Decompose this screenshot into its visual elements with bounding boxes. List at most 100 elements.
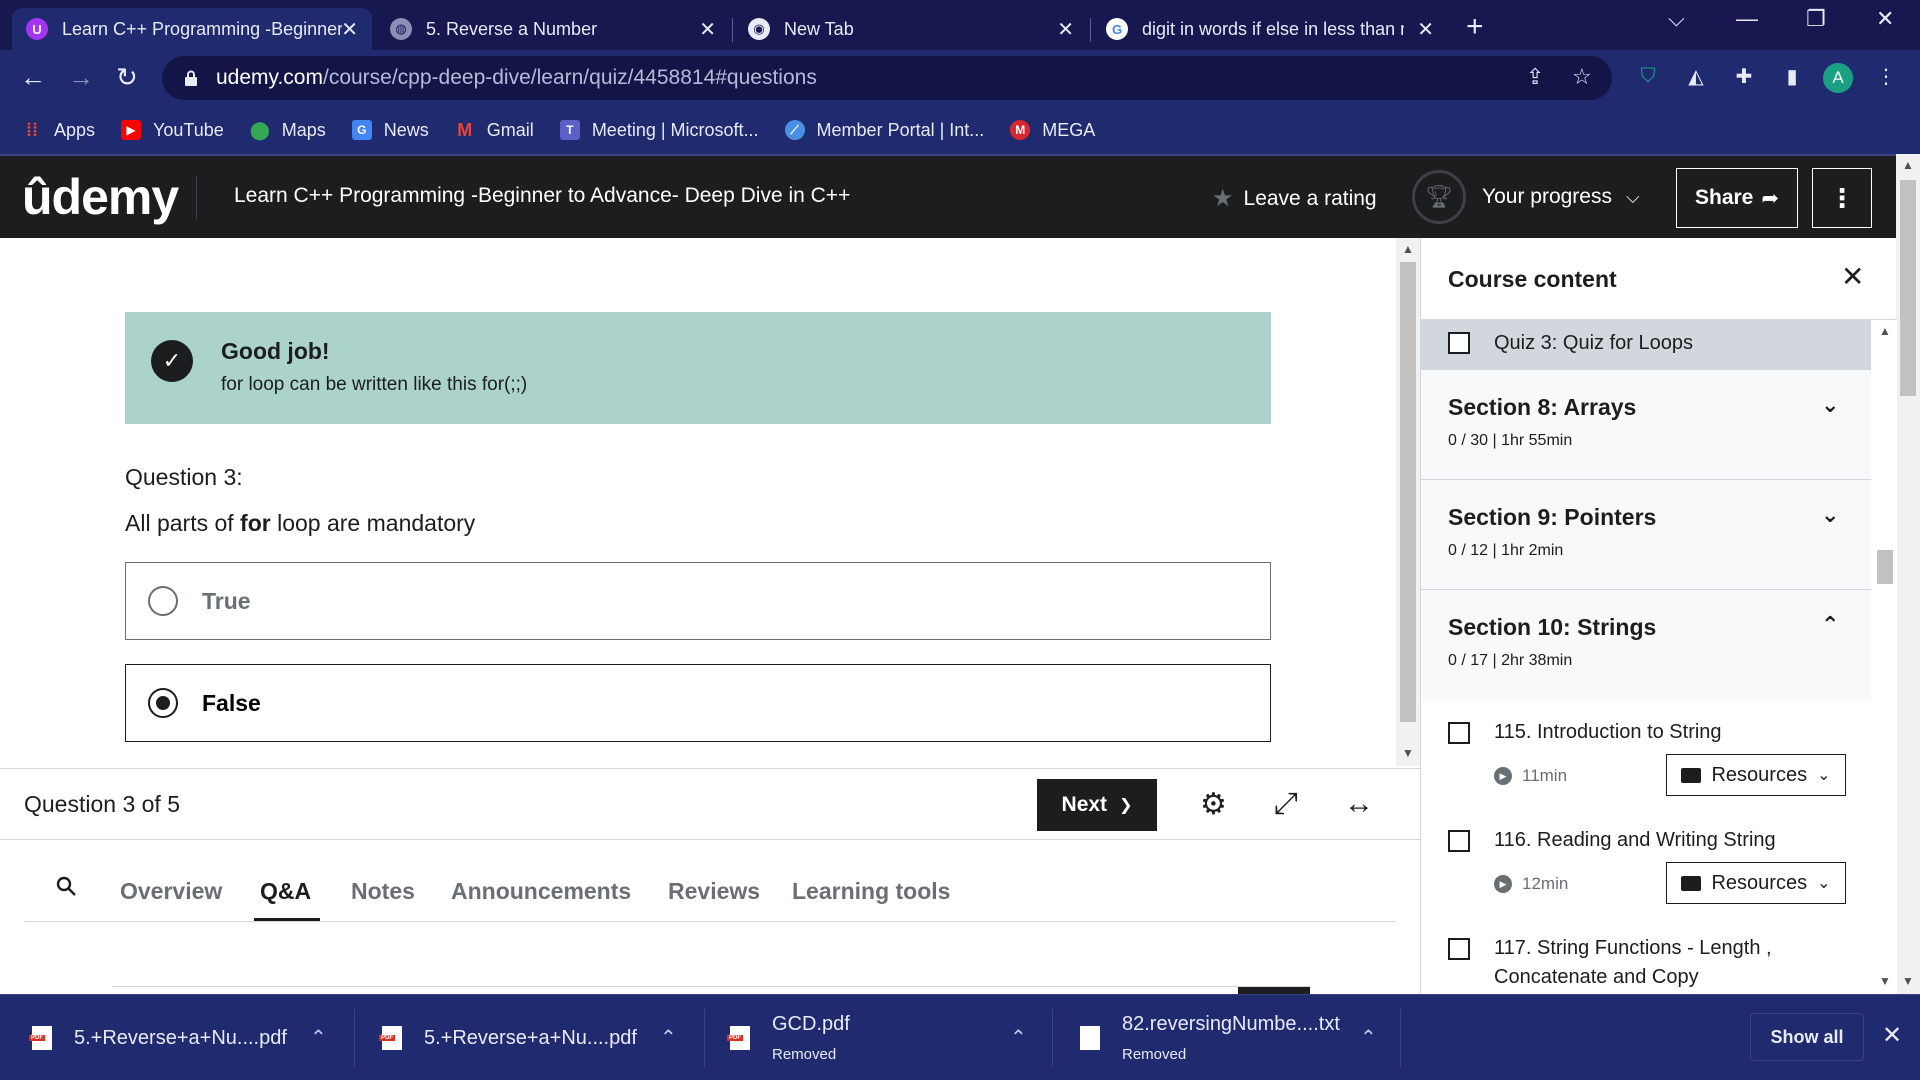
udemy-logo[interactable]: ûdemy: [22, 168, 179, 226]
settings-gear-icon[interactable]: ⚙: [1200, 787, 1227, 822]
tab-announcements[interactable]: Announcements: [451, 878, 631, 905]
extension-icon[interactable]: ◭: [1682, 62, 1710, 90]
download-item[interactable]: 5.+Reverse+a+Nu....pdf ⌃: [379, 995, 692, 1081]
bookmark-teams-meeting[interactable]: T Meeting | Microsoft...: [559, 120, 759, 141]
tab-reviews[interactable]: Reviews: [668, 878, 760, 905]
scroll-up-icon[interactable]: ▲: [1879, 324, 1891, 338]
answer-option-false[interactable]: False: [125, 664, 1271, 742]
download-item[interactable]: 82.reversingNumbe....txt Removed ⌃: [1080, 995, 1390, 1081]
scroll-down-icon[interactable]: ▼: [1902, 974, 1914, 988]
bookmark-mega[interactable]: M MEGA: [1010, 120, 1095, 141]
bookmark-member-portal[interactable]: ⟋ Member Portal | Int...: [784, 120, 984, 141]
download-item[interactable]: GCD.pdf Removed ⌃: [727, 995, 1040, 1081]
radio-button[interactable]: [148, 586, 178, 616]
close-tab-icon[interactable]: ✕: [699, 17, 716, 42]
fullscreen-icon[interactable]: ⤢: [1274, 787, 1298, 821]
scroll-down-icon[interactable]: ▼: [1879, 974, 1891, 988]
chevron-up-icon[interactable]: ⌃: [1360, 1025, 1377, 1050]
search-icon[interactable]: [56, 876, 76, 896]
section-strings[interactable]: Section 10: Strings 0 / 17 | 2hr 38min ⌃: [1421, 590, 1871, 700]
scrollbar-thumb[interactable]: [1877, 550, 1893, 584]
close-tab-icon[interactable]: ✕: [341, 17, 358, 42]
minimize-icon[interactable]: —: [1736, 6, 1758, 32]
address-bar[interactable]: udemy.com/course/cpp-deep-dive/learn/qui…: [162, 56, 1612, 100]
next-button[interactable]: Next ❯: [1037, 779, 1157, 831]
navigation-toolbar: ← → ↻ udemy.com/course/cpp-deep-dive/lea…: [0, 50, 1920, 106]
resources-dropdown[interactable]: Resources ⌄: [1666, 862, 1846, 904]
scroll-up-icon[interactable]: ▲: [1902, 158, 1914, 172]
leave-rating-button[interactable]: ★ Leave a rating: [1212, 184, 1377, 213]
close-icon[interactable]: ✕: [1882, 1021, 1902, 1050]
duration-text: 11min: [1522, 766, 1568, 785]
share-button[interactable]: Share ➦: [1676, 168, 1798, 228]
answer-option-true[interactable]: True: [125, 562, 1271, 640]
tab-google-search[interactable]: G digit in words if else in less than n …: [1092, 8, 1448, 50]
scroll-up-icon[interactable]: ▲: [1402, 242, 1414, 256]
more-options-button[interactable]: ⋮: [1812, 168, 1872, 228]
bookmark-maps[interactable]: ⬤ Maps: [250, 120, 326, 141]
browser-menu-icon[interactable]: ⋮: [1872, 62, 1900, 90]
download-item[interactable]: 5.+Reverse+a+Nu....pdf ⌃: [29, 995, 342, 1081]
chevron-up-icon[interactable]: ⌃: [310, 1025, 327, 1050]
lecture-item[interactable]: 115. Introduction to String ▶ 11min Resou…: [1421, 700, 1871, 808]
completion-checkbox[interactable]: [1448, 332, 1470, 354]
close-tab-icon[interactable]: ✕: [1057, 17, 1074, 42]
radio-button-selected[interactable]: [148, 688, 178, 718]
show-all-button[interactable]: Show all: [1750, 1013, 1864, 1061]
section-arrays[interactable]: Section 8: Arrays 0 / 30 | 1hr 55min ⌄: [1421, 370, 1871, 480]
completion-checkbox[interactable]: [1448, 938, 1470, 960]
chevron-up-icon[interactable]: ⌃: [660, 1025, 677, 1050]
quiz-scrollbar[interactable]: ▲ ▼: [1396, 238, 1420, 766]
lecture-item[interactable]: 116. Reading and Writing String ▶ 12min R…: [1421, 808, 1871, 916]
bookmark-news[interactable]: G News: [351, 120, 429, 141]
resources-dropdown[interactable]: Resources ⌄: [1666, 754, 1846, 796]
scroll-down-icon[interactable]: ▼: [1402, 746, 1414, 760]
expand-width-icon[interactable]: ↔: [1344, 787, 1374, 821]
forward-arrow-icon[interactable]: →: [68, 62, 94, 93]
progress-dropdown[interactable]: 🏆︎ Your progress ⌵: [1412, 170, 1640, 224]
scrollbar-thumb[interactable]: [1400, 262, 1416, 722]
bookmark-star-icon[interactable]: ☆: [1572, 64, 1592, 90]
tab-search-chevron-icon[interactable]: ⌵: [1668, 6, 1685, 32]
share-page-icon[interactable]: ⇪: [1526, 64, 1544, 90]
quiz-footer: Question 3 of 5 Next ❯ ⚙ ⤢ ↔: [0, 768, 1420, 840]
close-tab-icon[interactable]: ✕: [1417, 17, 1434, 42]
page-scrollbar[interactable]: ▲ ▼: [1896, 154, 1920, 994]
trophy-icon: 🏆︎: [1412, 170, 1466, 224]
tab-qa[interactable]: Q&A: [260, 878, 311, 905]
restore-icon[interactable]: ❐: [1806, 6, 1826, 32]
tab-new-tab[interactable]: ◉ New Tab ✕: [734, 8, 1088, 50]
tab-udemy-course[interactable]: U Learn C++ Programming -Beginner to Adv…: [12, 8, 372, 50]
course-title[interactable]: Learn C++ Programming -Beginner to Advan…: [234, 184, 850, 208]
close-icon[interactable]: ✕: [1841, 260, 1864, 293]
scrollbar-thumb[interactable]: [1900, 180, 1916, 396]
shield-extension-icon[interactable]: ⛉: [1634, 62, 1662, 90]
bookmark-apps[interactable]: ⁞⁞ Apps: [22, 120, 95, 141]
main-content: ✓ Good job! for loop can be written like…: [0, 238, 1420, 995]
tab-learning-tools[interactable]: Learning tools: [792, 878, 950, 905]
star-icon: ★: [1212, 185, 1234, 212]
bookmark-gmail[interactable]: M Gmail: [455, 120, 534, 141]
lecture-item[interactable]: 117. String Functions - Length , Concate…: [1421, 916, 1871, 994]
puzzle-extensions-icon[interactable]: ✚: [1730, 62, 1758, 90]
browser-chrome: U Learn C++ Programming -Beginner to Adv…: [0, 0, 1920, 154]
lock-icon: [185, 70, 197, 86]
reload-icon[interactable]: ↻: [116, 62, 138, 93]
profile-avatar[interactable]: A: [1823, 63, 1853, 93]
list-item-quiz[interactable]: Quiz 3: Quiz for Loops: [1421, 320, 1871, 370]
download-status: Removed: [772, 1046, 837, 1063]
back-arrow-icon[interactable]: ←: [20, 62, 46, 93]
completion-checkbox[interactable]: [1448, 722, 1470, 744]
completion-checkbox[interactable]: [1448, 830, 1470, 852]
close-window-icon[interactable]: ✕: [1876, 6, 1894, 32]
tab-reverse-number[interactable]: ◍ 5. Reverse a Number ✕: [376, 8, 730, 50]
section-pointers[interactable]: Section 9: Pointers 0 / 12 | 1hr 2min ⌄: [1421, 480, 1871, 590]
sidebar-scrollbar[interactable]: ▲ ▼: [1873, 320, 1897, 994]
globe-icon: ◍: [390, 18, 412, 40]
new-tab-plus-icon[interactable]: +: [1466, 10, 1484, 44]
tab-notes[interactable]: Notes: [351, 878, 415, 905]
tab-overview[interactable]: Overview: [120, 878, 222, 905]
side-panel-icon[interactable]: ▮: [1778, 62, 1806, 90]
chevron-up-icon[interactable]: ⌃: [1010, 1025, 1027, 1050]
bookmark-youtube[interactable]: ▶ YouTube: [121, 120, 224, 141]
